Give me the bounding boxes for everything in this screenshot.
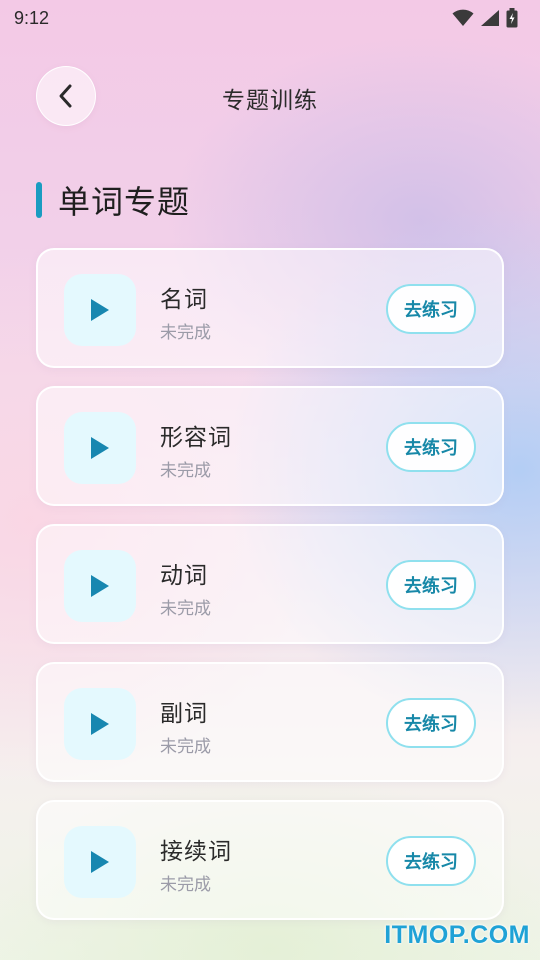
topic-icon-box bbox=[64, 274, 136, 346]
practice-button[interactable]: 去练习 bbox=[386, 836, 476, 886]
play-icon bbox=[91, 437, 109, 459]
topic-icon-box bbox=[64, 688, 136, 760]
topic-card-verbs[interactable]: 动词 未完成 去练习 bbox=[36, 524, 504, 644]
page-title: 专题训练 bbox=[222, 88, 318, 114]
practice-button[interactable]: 去练习 bbox=[386, 698, 476, 748]
topic-name: 形容词 bbox=[160, 425, 232, 451]
play-icon bbox=[91, 851, 109, 873]
status-icons bbox=[452, 8, 518, 28]
watermark: ITMOP.COM bbox=[384, 921, 530, 949]
topic-status: 未完成 bbox=[160, 599, 211, 619]
play-icon bbox=[91, 575, 109, 597]
topic-card-adjectives[interactable]: 形容词 未完成 去练习 bbox=[36, 386, 504, 506]
section-header: 单词专题 bbox=[36, 178, 190, 222]
status-time: 9:12 bbox=[14, 7, 50, 28]
status-bar: 9:12 bbox=[0, 0, 540, 36]
topic-name: 动词 bbox=[160, 563, 208, 589]
topic-icon-box bbox=[64, 412, 136, 484]
play-icon bbox=[91, 299, 109, 321]
section-title: 单词专题 bbox=[58, 183, 191, 221]
play-icon bbox=[91, 713, 109, 735]
topic-card-nouns[interactable]: 名词 未完成 去练习 bbox=[36, 248, 504, 368]
practice-button[interactable]: 去练习 bbox=[386, 422, 476, 472]
topic-icon-box bbox=[64, 826, 136, 898]
practice-button[interactable]: 去练习 bbox=[386, 560, 476, 610]
section-accent-bar bbox=[36, 182, 42, 218]
signal-icon bbox=[481, 10, 499, 26]
topic-card-conjunctions[interactable]: 接续词 未完成 去练习 bbox=[36, 800, 504, 920]
header: 专题训练 bbox=[0, 66, 540, 128]
topic-name: 接续词 bbox=[160, 839, 232, 865]
topic-list: 名词 未完成 去练习 形容词 未完成 去练习 动词 未完成 去练习 副词 未完成 bbox=[36, 248, 504, 938]
wifi-icon bbox=[452, 9, 474, 26]
battery-charging-icon bbox=[506, 8, 518, 28]
topic-icon-box bbox=[64, 550, 136, 622]
topic-card-adverbs[interactable]: 副词 未完成 去练习 bbox=[36, 662, 504, 782]
practice-button[interactable]: 去练习 bbox=[386, 284, 476, 334]
topic-status: 未完成 bbox=[160, 737, 211, 757]
topic-name: 副词 bbox=[160, 701, 208, 727]
topic-status: 未完成 bbox=[160, 461, 211, 481]
topic-name: 名词 bbox=[160, 287, 208, 313]
topic-status: 未完成 bbox=[160, 875, 211, 895]
topic-status: 未完成 bbox=[160, 323, 211, 343]
